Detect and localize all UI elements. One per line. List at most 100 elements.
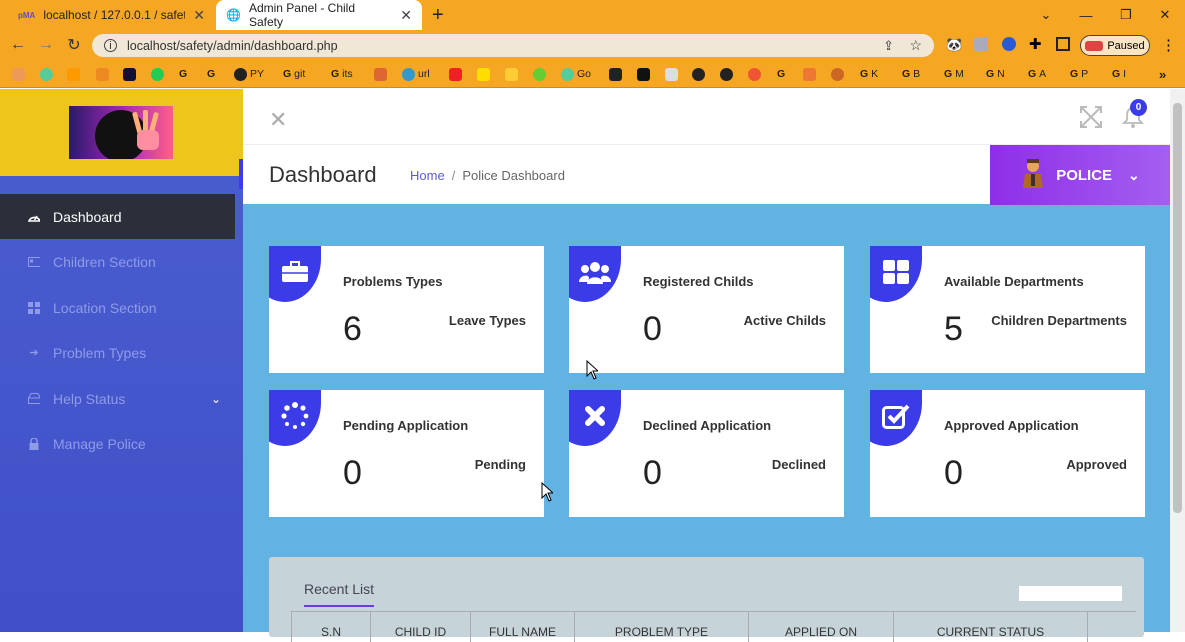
puzzle-icon[interactable]: ✚ bbox=[1029, 35, 1042, 53]
bookmark-item[interactable] bbox=[831, 66, 844, 82]
bookmark-label: P bbox=[1081, 68, 1089, 80]
bookmark-item[interactable] bbox=[40, 66, 53, 82]
bookmark-item[interactable]: G bbox=[179, 66, 187, 82]
extension-icon[interactable] bbox=[1002, 37, 1016, 51]
url-field[interactable]: i localhost/safety/admin/dashboard.php ⇪… bbox=[92, 34, 934, 57]
bookmark-item[interactable] bbox=[505, 66, 518, 82]
tab-search-icon[interactable]: ⌄ bbox=[1026, 0, 1066, 30]
bookmark-item[interactable] bbox=[449, 66, 462, 82]
page-title: Dashboard bbox=[269, 162, 377, 187]
profile-paused-button[interactable]: Paused bbox=[1080, 35, 1150, 56]
address-bar-row: ← → ↻ i localhost/safety/admin/dashboard… bbox=[0, 30, 1185, 60]
forward-icon[interactable]: → bbox=[32, 36, 60, 54]
sidebar-item-problem-types[interactable]: ➔ Problem Types bbox=[0, 330, 235, 375]
google-icon: G bbox=[860, 68, 869, 80]
bookmark-item[interactable] bbox=[533, 66, 546, 82]
stat-card-pending-application[interactable]: Pending Application 0 Pending bbox=[269, 390, 544, 517]
bookmark-item[interactable]: GB bbox=[902, 66, 920, 82]
sidebar-item-dashboard[interactable]: Dashboard bbox=[0, 194, 235, 239]
close-sidebar-icon[interactable]: ✕ bbox=[269, 109, 287, 131]
stat-card-declined-application[interactable]: Declined Application 0 Declined bbox=[569, 390, 844, 517]
bookmark-item[interactable]: url bbox=[402, 66, 430, 82]
bookmark-item[interactable] bbox=[692, 66, 705, 82]
bookmark-item[interactable] bbox=[748, 66, 761, 82]
bookmark-item[interactable] bbox=[637, 66, 650, 82]
sidebar-item-location-section[interactable]: Location Section bbox=[0, 285, 235, 330]
stat-card-registered-childs[interactable]: Registered Childs 0 Active Childs bbox=[569, 246, 844, 373]
column-header[interactable]: FULL NAME bbox=[471, 612, 575, 642]
close-tab-icon[interactable]: ✕ bbox=[193, 7, 205, 24]
bookmark-item[interactable] bbox=[803, 66, 816, 82]
bookmark-item[interactable] bbox=[609, 66, 622, 82]
bookmark-item[interactable] bbox=[12, 66, 25, 82]
tab-recent-list[interactable]: Recent List bbox=[304, 581, 374, 597]
scrollbar-thumb[interactable] bbox=[1173, 103, 1182, 513]
sidebar-item-children-section[interactable]: Children Section bbox=[0, 239, 235, 284]
table-search-input[interactable] bbox=[1019, 586, 1122, 601]
bookmark-item[interactable] bbox=[151, 66, 164, 82]
page-scrollbar[interactable] bbox=[1170, 89, 1185, 632]
bookmark-item[interactable]: Go bbox=[561, 66, 591, 82]
card-title: Available Departments bbox=[944, 274, 1084, 289]
bookmark-item[interactable]: GM bbox=[944, 66, 964, 82]
bookmark-item[interactable]: G bbox=[777, 66, 785, 82]
window-close-icon[interactable]: ✕ bbox=[1145, 0, 1185, 30]
bookmark-item[interactable]: GN bbox=[986, 66, 1005, 82]
column-header[interactable]: CURRENT STATUS bbox=[894, 612, 1088, 642]
bookmark-item[interactable]: GP bbox=[1070, 66, 1088, 82]
bookmark-item[interactable]: G bbox=[207, 66, 215, 82]
bookmark-item[interactable]: GI bbox=[1112, 66, 1126, 82]
breadcrumb-home[interactable]: Home bbox=[410, 168, 445, 183]
share-icon[interactable]: ⇪ bbox=[883, 38, 894, 54]
browser-tab-phpmyadmin[interactable]: pMA localhost / 127.0.0.1 / safety / ad … bbox=[8, 0, 215, 30]
police-avatar-icon bbox=[1020, 158, 1046, 192]
column-header[interactable]: PROBLEM TYPE bbox=[575, 612, 749, 642]
column-header[interactable]: APPLIED ON bbox=[749, 612, 894, 642]
sidebar-item-label: Problem Types bbox=[53, 344, 147, 361]
bookmark-item[interactable]: Ggit bbox=[283, 66, 305, 82]
card-title: Problems Types bbox=[343, 274, 443, 289]
extension-icon[interactable]: 🐼 bbox=[946, 37, 962, 53]
bookmark-item[interactable] bbox=[123, 66, 136, 82]
bookmark-item[interactable] bbox=[96, 66, 109, 82]
bookmark-item[interactable] bbox=[477, 66, 490, 82]
column-header[interactable]: CHILD ID bbox=[371, 612, 471, 642]
restore-icon[interactable]: ❐ bbox=[1106, 0, 1146, 30]
stat-card-problem-types[interactable]: Problems Types 6 Leave Types bbox=[269, 246, 544, 373]
user-role-dropdown[interactable]: POLICE ⌄ bbox=[990, 145, 1170, 205]
sidebar-item-manage-police[interactable]: Manage Police bbox=[0, 421, 235, 466]
bookmark-item[interactable] bbox=[665, 66, 678, 82]
bookmark-star-icon[interactable]: ☆ bbox=[909, 37, 922, 54]
info-icon[interactable]: i bbox=[104, 39, 117, 52]
browser-tab-admin-panel[interactable]: 🌐 Admin Panel - Child Safety ✕ bbox=[216, 0, 422, 30]
bookmark-label: PY bbox=[250, 68, 265, 80]
bookmark-item[interactable] bbox=[374, 66, 387, 82]
lock-icon bbox=[28, 437, 40, 450]
bookmark-label: git bbox=[294, 68, 306, 80]
bookmark-item[interactable] bbox=[67, 66, 80, 82]
stat-card-approved-application[interactable]: Approved Application 0 Approved bbox=[870, 390, 1145, 517]
side-panel-icon[interactable] bbox=[1056, 37, 1070, 51]
bookmark-item[interactable]: Gits bbox=[331, 66, 353, 82]
bookmark-item[interactable]: GK bbox=[860, 66, 878, 82]
stat-card-available-departments[interactable]: Available Departments 5 Children Departm… bbox=[870, 246, 1145, 373]
back-icon[interactable]: ← bbox=[4, 36, 32, 54]
bookmark-label: N bbox=[997, 68, 1005, 80]
column-header[interactable]: S.N bbox=[291, 612, 371, 642]
close-tab-icon[interactable]: ✕ bbox=[400, 7, 412, 24]
minimize-icon[interactable]: — bbox=[1066, 0, 1106, 30]
tab-title: Admin Panel - Child Safety bbox=[248, 1, 356, 29]
bookmarks-overflow-icon[interactable]: » bbox=[1159, 66, 1166, 82]
card-value: 0 bbox=[944, 454, 963, 492]
recent-list-panel: Recent List S.N CHILD ID FULL NAME PROBL… bbox=[269, 557, 1144, 642]
bookmark-item[interactable] bbox=[720, 66, 733, 82]
extension-icon[interactable] bbox=[974, 37, 988, 51]
reload-icon[interactable]: ↻ bbox=[60, 35, 88, 55]
fullscreen-icon[interactable] bbox=[1079, 105, 1103, 134]
bookmark-item[interactable]: PY bbox=[234, 66, 264, 82]
card-value: 0 bbox=[343, 454, 362, 492]
menu-kebab-icon[interactable]: ⋮ bbox=[1161, 36, 1176, 54]
sidebar-item-help-status[interactable]: Help Status ⌄ bbox=[0, 376, 235, 421]
new-tab-button[interactable]: + bbox=[432, 4, 444, 27]
bookmark-item[interactable]: GA bbox=[1028, 66, 1046, 82]
